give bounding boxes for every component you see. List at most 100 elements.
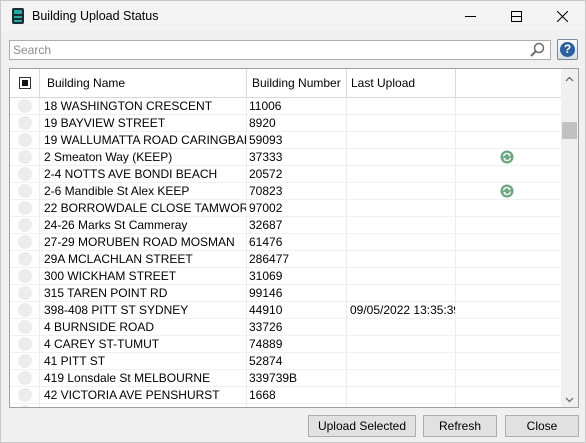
vertical-scrollbar[interactable] [561,69,578,407]
building-name-cell: 398-408 PITT ST SYDNEY [40,302,247,318]
table-row[interactable]: 2-4 NOTTS AVE BONDI BEACH 20572 [10,166,561,183]
sync-icon [500,150,514,164]
status-cell [456,132,561,148]
maximize-icon [510,10,522,22]
table-row[interactable]: 22 BORROWDALE CLOSE TAMWORTH 97002 [10,200,561,217]
status-cell [456,268,561,284]
row-select-radio[interactable] [18,150,32,164]
building-number-cell: 286477 [247,251,347,267]
last-upload-cell [347,353,456,369]
scroll-up-icon[interactable] [565,75,574,84]
row-select-radio[interactable] [18,167,32,181]
table-row[interactable]: 27-29 MORUBEN ROAD MOSMAN 61476 [10,234,561,251]
table-row[interactable]: 419 Lonsdale St MELBOURNE 339739B [10,370,561,387]
table-row[interactable]: 24-26 Marks St Cammeray 32687 [10,217,561,234]
status-cell [456,319,561,335]
search-icon[interactable] [529,42,547,58]
table-row[interactable]: 19 WALLUMATTA ROAD CARINGBAH 59093 [10,132,561,149]
table-row[interactable]: 18 WASHINGTON CRESCENT 11006 [10,98,561,115]
row-select-cell [10,149,40,165]
status-cell [456,302,561,318]
building-number-cell: 59093 [247,132,347,148]
building-name-cell: 24-26 Marks St Cammeray [40,217,247,233]
row-select-cell [10,404,40,407]
sync-icon [500,184,514,198]
table-row[interactable]: 48-50 PARKIN ST ROCKINGHAM8868 [10,404,561,407]
help-icon: ? [560,42,575,57]
row-select-cell [10,98,40,114]
row-select-radio[interactable] [18,99,32,113]
minimize-icon [464,15,476,17]
row-select-radio[interactable] [18,235,32,249]
column-header-status [456,69,561,97]
row-select-cell [10,217,40,233]
row-select-radio[interactable] [18,371,32,385]
status-cell [456,336,561,352]
table-row[interactable]: 2-6 Mandible St Alex KEEP 70823 [10,183,561,200]
building-number-cell: 31069 [247,268,347,284]
status-cell [456,353,561,369]
table-row[interactable]: 42 VICTORIA AVE PENSHURST 1668 [10,387,561,404]
row-select-radio[interactable] [18,303,32,317]
table-row[interactable]: 315 TAREN POINT RD 99146 [10,285,561,302]
select-all-checkbox[interactable] [19,77,31,89]
building-name-cell: 22 BORROWDALE CLOSE TAMWORTH [40,200,247,216]
row-select-cell [10,268,40,284]
help-button[interactable]: ? [557,39,578,60]
close-button[interactable]: Close [505,415,579,437]
row-select-radio[interactable] [18,116,32,130]
table-row[interactable]: 300 WICKHAM STREET 31069 [10,268,561,285]
table-row[interactable]: 4 BURNSIDE ROAD 33726 [10,319,561,336]
last-upload-cell [347,268,456,284]
grid-header: Building Name Building Number Last Uploa… [10,69,561,98]
maximize-button[interactable] [493,1,539,31]
row-select-radio[interactable] [18,218,32,232]
close-window-button[interactable] [539,1,585,31]
row-select-radio[interactable] [18,354,32,368]
row-select-radio[interactable] [18,320,32,334]
table-row[interactable]: 19 BAYVIEW STREET 8920 [10,115,561,132]
minimize-button-area[interactable] [447,1,493,31]
search-input[interactable] [13,42,523,58]
status-cell [456,370,561,386]
row-select-radio[interactable] [18,269,32,283]
table-row[interactable]: 2 Smeaton Way (KEEP) 37333 [10,149,561,166]
table-row[interactable]: 4 CAREY ST-TUMUT 74889 [10,336,561,353]
building-name-cell: 29A MCLACHLAN STREET [40,251,247,267]
column-header-building-number[interactable]: Building Number [247,69,347,97]
row-select-cell [10,387,40,403]
building-name-cell: 42 VICTORIA AVE PENSHURST [40,387,247,403]
scroll-down-icon[interactable] [565,395,574,404]
building-number-cell: 99146 [247,285,347,301]
last-upload-cell [347,98,456,114]
building-number-cell: 339739B [247,370,347,386]
row-select-cell [10,132,40,148]
row-select-radio[interactable] [18,133,32,147]
last-upload-cell [347,183,456,199]
row-select-radio[interactable] [18,286,32,300]
upload-selected-button[interactable]: Upload Selected [308,415,416,437]
row-select-radio[interactable] [18,405,32,407]
row-select-cell [10,234,40,250]
column-header-building-name[interactable]: Building Name [40,69,247,97]
building-number-cell: 1668 [247,387,347,403]
status-cell [456,404,561,407]
column-header-last-upload[interactable]: Last Upload [347,69,456,97]
row-select-radio[interactable] [18,201,32,215]
scrollbar-thumb[interactable] [562,122,577,139]
row-select-radio[interactable] [18,388,32,402]
table-row[interactable]: 29A MCLACHLAN STREET 286477 [10,251,561,268]
last-upload-cell [347,319,456,335]
row-select-radio[interactable] [18,337,32,351]
building-name-cell: 19 BAYVIEW STREET [40,115,247,131]
refresh-button[interactable]: Refresh [423,415,497,437]
table-row[interactable]: 41 PITT ST 52874 [10,353,561,370]
row-select-radio[interactable] [18,252,32,266]
last-upload-cell [347,251,456,267]
building-number-cell: 97002 [247,200,347,216]
building-number-cell: 52874 [247,353,347,369]
table-row[interactable]: 398-408 PITT ST SYDNEY 44910 09/05/2022 13… [10,302,561,319]
last-upload-cell [347,387,456,403]
building-number-cell: 44910 [247,302,347,318]
row-select-radio[interactable] [18,184,32,198]
